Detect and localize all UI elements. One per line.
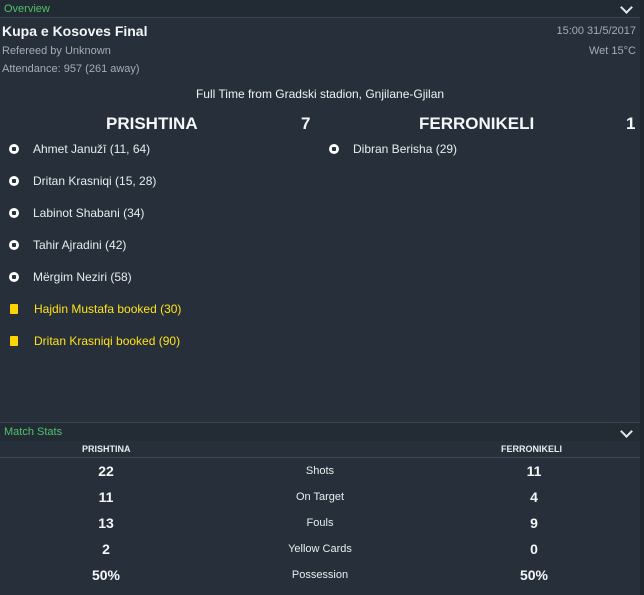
- full-time-venue: Full Time from Gradski stadion, Gnjilane…: [195, 87, 445, 101]
- stat-home-value: 50%: [91, 567, 121, 583]
- scrollbar[interactable]: [640, 0, 644, 595]
- away-team-score: 1: [626, 114, 636, 133]
- home-goal-event[interactable]: Mërgim Neziri (58): [9, 268, 132, 286]
- match-title: Kupa e Kosoves Final: [2, 23, 148, 39]
- event-text: Dritan Krasniqi (15, 28): [33, 174, 157, 188]
- home-booking-event[interactable]: Dritan Krasniqi booked (90): [9, 332, 180, 350]
- attendance-text: Attendance: 957 (261 away): [2, 63, 140, 75]
- stats-home-header: PRISHTINA: [82, 444, 131, 454]
- match-stats-header-bar[interactable]: Match Stats: [0, 422, 644, 441]
- home-goal-event[interactable]: Ahmet Janužī (11, 64): [9, 140, 150, 158]
- stat-label: On Target: [295, 491, 345, 503]
- stat-row-shots: 22 Shots 11: [0, 458, 640, 484]
- ball-icon: [9, 240, 19, 250]
- event-text: Ahmet Janužī (11, 64): [33, 142, 151, 156]
- match-stats-section-label: Match Stats: [4, 426, 63, 438]
- home-team-name[interactable]: PRISHTINA: [106, 114, 198, 134]
- away-goal-event[interactable]: Dibran Berisha (29): [329, 140, 457, 158]
- home-goal-event[interactable]: Tahir Ajradini (42): [9, 236, 126, 254]
- stats-away-header: FERRONIKELI: [501, 444, 563, 454]
- stat-home-value: 11: [98, 489, 114, 505]
- stat-label: Fouls: [306, 517, 334, 529]
- stat-label: Possession: [291, 569, 349, 581]
- match-weather: Wet 15°C: [589, 45, 636, 57]
- referee-text: Refereed by Unknown: [2, 45, 111, 57]
- home-goal-event[interactable]: Dritan Krasniqi (15, 28): [9, 172, 156, 190]
- ball-icon: [9, 144, 19, 154]
- event-text: Labinot Shabani (34): [33, 206, 145, 220]
- ball-icon: [9, 176, 19, 186]
- stat-home-value: 2: [102, 541, 110, 557]
- stat-away-value: 50%: [519, 567, 549, 583]
- chevron-down-icon[interactable]: [620, 425, 633, 438]
- stat-row-fouls: 13 Fouls 9: [0, 510, 640, 536]
- yellow-card-icon: [10, 304, 18, 314]
- event-text: Dritan Krasniqi booked (90): [34, 334, 181, 348]
- home-goal-event[interactable]: Labinot Shabani (34): [9, 204, 144, 222]
- overview-section-label: Overview: [4, 3, 50, 15]
- stat-row-on-target: 11 On Target 4: [0, 484, 640, 510]
- ball-icon: [9, 272, 19, 282]
- ball-icon: [329, 144, 339, 154]
- stat-home-value: 13: [98, 515, 114, 531]
- stat-label: Yellow Cards: [288, 543, 352, 555]
- stat-row-yellow-cards: 2 Yellow Cards 0: [0, 536, 640, 562]
- chevron-down-icon[interactable]: [620, 1, 633, 14]
- home-team-score: 7: [301, 114, 311, 133]
- event-text: Hajdin Mustafa booked (30): [34, 302, 182, 316]
- stat-away-value: 9: [530, 515, 538, 531]
- event-text: Dibran Berisha (29): [353, 142, 458, 156]
- event-text: Tahir Ajradini (42): [33, 238, 127, 252]
- stat-home-value: 22: [98, 463, 114, 479]
- stat-away-value: 11: [526, 463, 542, 479]
- stat-label: Shots: [305, 465, 335, 477]
- stat-away-value: 4: [530, 489, 538, 505]
- stat-away-value: 0: [530, 541, 538, 557]
- stat-row-possession: 50% Possession 50%: [0, 562, 640, 588]
- overview-header-bar[interactable]: Overview: [0, 0, 644, 18]
- match-datetime: 15:00 31/5/2017: [556, 25, 636, 37]
- yellow-card-icon: [10, 336, 18, 346]
- away-team-name[interactable]: FERRONIKELI: [419, 114, 534, 134]
- event-text: Mërgim Neziri (58): [33, 270, 132, 284]
- home-booking-event[interactable]: Hajdin Mustafa booked (30): [9, 300, 181, 318]
- ball-icon: [9, 208, 19, 218]
